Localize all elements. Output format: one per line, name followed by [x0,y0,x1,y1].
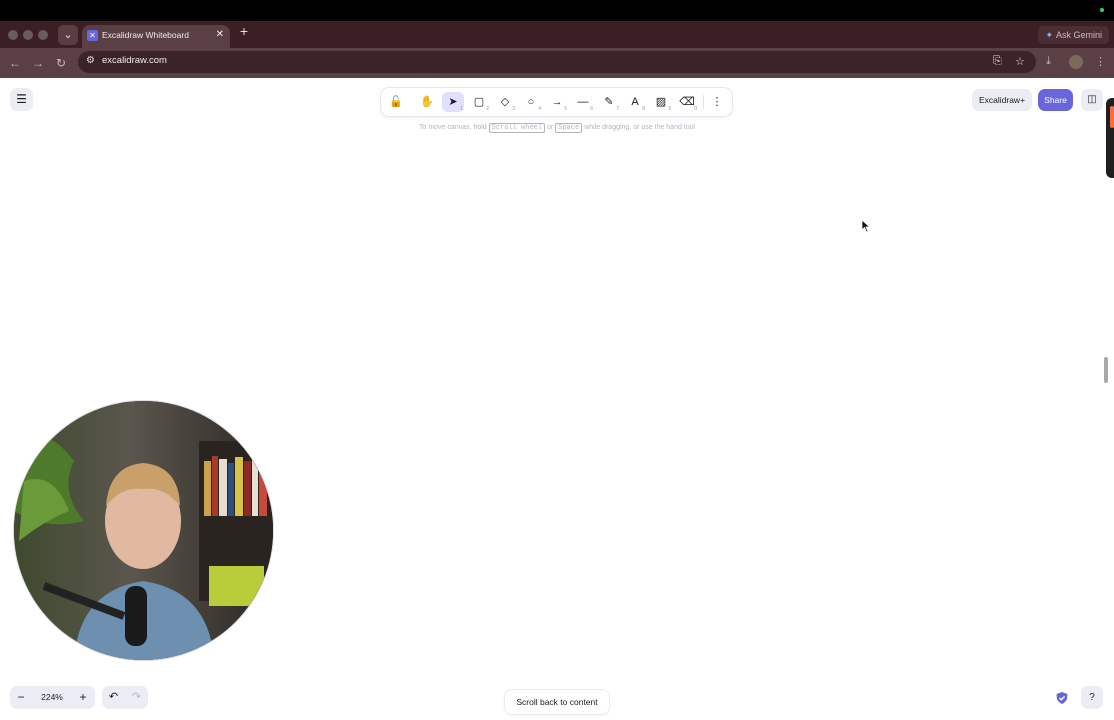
mouse-cursor-icon [861,219,871,233]
profile-avatar[interactable] [1069,55,1083,69]
gemini-sparkle-icon: ✦ [1045,30,1053,40]
window-close-button[interactable] [8,30,18,40]
undo-button[interactable]: ↶ [102,686,125,709]
diamond-icon: ◇ [500,96,510,108]
toolbar-divider [703,95,704,109]
line-icon: — [577,96,589,108]
zoom-level-reset[interactable]: 224% [35,686,69,709]
hint-prefix: To move canvas, hold [419,124,487,131]
excalidraw-favicon-icon: ✕ [87,30,98,41]
zoom-out-button[interactable]: − [10,686,32,709]
rectangle-icon: ▢ [473,96,485,108]
shortcut-key: 4 [538,106,541,112]
install-app-icon[interactable]: ⎘ [993,55,1002,68]
scrollbar-thumb[interactable] [1104,357,1108,383]
ellipse-icon: ○ [527,96,535,108]
webcam-video-overlay [14,401,273,660]
tab-close-icon[interactable]: ✕ [216,29,224,40]
more-icon: ⋮ [711,96,723,108]
line-tool-button[interactable]: —6 [572,92,594,112]
address-bar[interactable]: ⚙ excalidraw.com ⎘ ☆ [78,51,1036,73]
lock-icon: 🔓 [389,96,403,108]
scroll-back-to-content-button[interactable]: Scroll back to content [505,690,609,714]
redo-button[interactable]: ↷ [125,686,148,709]
zoom-in-button[interactable]: + [72,686,94,709]
top-bar [0,0,1114,21]
hand-tool-button[interactable]: ✋ [416,92,438,112]
hint-suffix: while dragging, or use the hand tool [584,124,696,131]
draw-tool-button[interactable]: ✎ 7 [598,92,620,112]
text-tool-button[interactable]: A8 [624,92,646,112]
lock-tool-button[interactable]: 🔓 [385,92,407,112]
tab-title: Excalidraw Whiteboard [102,30,189,40]
eraser-tool-button[interactable]: ⌫ 0 [676,92,698,112]
gemini-label: Ask Gemini [1055,30,1102,40]
hint-middle: or [547,124,554,131]
shortcut-key: 0 [694,106,697,112]
side-widget-tab[interactable] [1106,98,1114,178]
bookmark-star-icon[interactable]: ☆ [1015,55,1025,68]
shortcut-key: 1 [460,106,463,112]
ask-gemini-button[interactable]: ✦ Ask Gemini [1038,26,1109,44]
help-button[interactable]: ? [1081,686,1103,709]
share-button[interactable]: Share [1038,89,1073,111]
sidebar-icon: ◫ [1087,94,1097,105]
status-dot [1100,8,1104,12]
more-tools-button[interactable]: ⋮ [706,92,728,112]
text-icon: A [631,96,639,108]
browser-menu-icon[interactable]: ⋮ [1095,55,1106,68]
hint-key-scroll: Scroll wheel [488,123,546,133]
pencil-icon: ✎ [604,96,614,108]
site-info-icon[interactable]: ⚙ [86,55,95,66]
shortcut-key: 6 [590,106,593,112]
library-panel-button[interactable]: ◫ [1081,89,1103,111]
browser-tab[interactable]: ✕ Excalidraw Whiteboard ✕ [82,25,230,48]
window-minimize-button[interactable] [23,30,33,40]
shortcut-key: 5 [564,106,567,112]
zoom-controls: − 224% + [10,686,95,709]
excalidraw-plus-button[interactable]: Excalidraw+ [972,89,1032,111]
browser-toolbar: ← → ↻ ⚙ excalidraw.com ⎘ ☆ ⤓ ⋮ [0,48,1114,78]
url-text[interactable]: excalidraw.com [102,55,167,66]
eraser-icon: ⌫ [679,96,695,108]
tab-list-button[interactable]: ⌄ [58,25,78,45]
window-maximize-button[interactable] [38,30,48,40]
shortcut-key: 8 [642,106,645,112]
shortcut-key: 3 [512,106,515,112]
shapes-toolbar: 🔓 ✋ ➤ 1 ▢ 2 ◇ 3 ○ 4 → 5 —6 ✎ 7 A8 ▨ 9 ⌫ 0 ⋮ [381,88,732,116]
new-tab-button[interactable]: + [236,21,252,41]
diamond-tool-button[interactable]: ◇ 3 [494,92,516,112]
pointer-icon: ➤ [448,96,458,108]
hand-icon: ✋ [420,96,434,108]
hint-key-space: Space [555,123,583,133]
image-tool-button[interactable]: ▨ 9 [650,92,672,112]
shortcut-key: 2 [486,106,489,112]
shortcut-key: 9 [668,106,671,112]
arrow-tool-button[interactable]: → 5 [546,92,568,112]
browser-tab-strip: ⌄ ✕ Excalidraw Whiteboard ✕ + ✦ Ask Gemin… [0,21,1114,48]
shortcut-key: 7 [616,106,619,112]
ellipse-tool-button[interactable]: ○ 4 [520,92,542,112]
back-button[interactable]: ← [7,55,23,71]
forward-button[interactable]: → [30,55,46,71]
download-icon[interactable]: ⤓ [1046,55,1051,68]
rectangle-tool-button[interactable]: ▢ 2 [468,92,490,112]
image-icon: ▨ [655,96,667,108]
selection-tool-button[interactable]: ➤ 1 [442,92,464,112]
arrow-icon: → [551,96,563,108]
history-controls: ↶ ↷ [102,686,148,709]
main-menu-button[interactable]: ☰ [10,88,33,111]
shield-check-icon[interactable] [1055,691,1069,705]
canvas-hint: To move canvas, hold Scroll wheel or Spa… [419,123,696,133]
reload-button[interactable]: ↻ [53,55,69,71]
